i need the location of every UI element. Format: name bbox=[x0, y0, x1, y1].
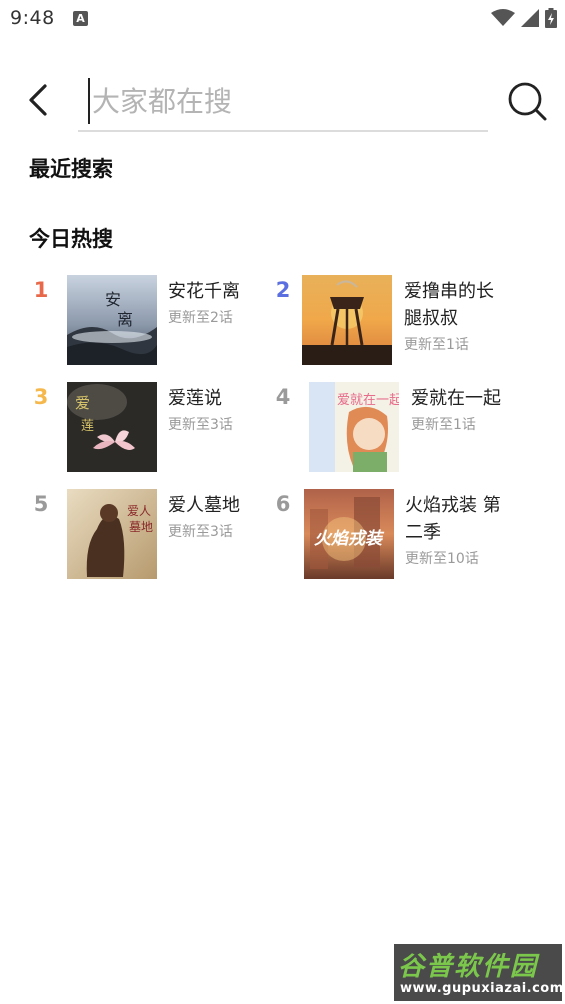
hot-item[interactable]: 3 爱 莲 爱莲说 更新至3话 bbox=[29, 382, 279, 474]
hot-item[interactable]: 4 爱就在一起 爱就在一起 更新至1话 bbox=[271, 382, 521, 474]
svg-text:火焰戎装: 火焰戎装 bbox=[314, 529, 385, 549]
rank-number: 6 bbox=[275, 492, 291, 516]
svg-text:爱就在一起: 爱就在一起 bbox=[337, 393, 399, 408]
search-input[interactable] bbox=[88, 78, 483, 124]
rank-number: 1 bbox=[33, 278, 49, 302]
update-status: 更新至3话 bbox=[168, 417, 233, 433]
svg-text:离: 离 bbox=[117, 310, 133, 329]
search-header bbox=[0, 70, 565, 136]
hot-item[interactable]: 1 安 离 安花千离 更新至2话 bbox=[29, 275, 279, 367]
svg-text:爱人: 爱人 bbox=[127, 504, 151, 518]
item-title: 爱撸串的长 bbox=[404, 281, 494, 302]
cover-image: 安 离 bbox=[67, 275, 157, 365]
item-title-line2: 二季 bbox=[405, 522, 441, 543]
update-status: 更新至1话 bbox=[404, 337, 469, 353]
search-field bbox=[78, 74, 488, 132]
rank-number: 3 bbox=[33, 385, 49, 409]
rank-number: 4 bbox=[275, 385, 291, 409]
item-title: 火焰戎装 第 bbox=[405, 495, 501, 516]
status-time: 9:48 bbox=[10, 7, 55, 29]
cover-image: 爱人 墓地 bbox=[67, 489, 157, 579]
hot-item[interactable]: 2 爱撸串的长 腿叔叔 更新至1话 bbox=[271, 275, 521, 367]
hot-item[interactable]: 6 火焰戎装 火焰戎装 第 二季 更新至10话 bbox=[271, 489, 521, 581]
cover-image: 火焰戎装 bbox=[304, 489, 394, 579]
rank-number: 2 bbox=[275, 278, 291, 302]
status-bar: 9:48 A bbox=[0, 0, 565, 38]
recent-searches-title: 最近搜索 bbox=[29, 157, 113, 181]
update-status: 更新至3话 bbox=[168, 524, 233, 540]
hot-item[interactable]: 5 爱人 墓地 爱人墓地 更新至3话 bbox=[29, 489, 279, 581]
battery-icon bbox=[545, 8, 557, 28]
notification-icon: A bbox=[73, 11, 88, 26]
cover-image: 爱就在一起 bbox=[309, 382, 399, 472]
item-title: 爱人墓地 bbox=[168, 495, 240, 516]
item-title: 安花千离 bbox=[168, 281, 240, 302]
cover-image: 爱 莲 bbox=[67, 382, 157, 472]
signal-icon bbox=[521, 9, 539, 27]
update-status: 更新至2话 bbox=[168, 310, 233, 326]
svg-text:墓地: 墓地 bbox=[129, 520, 153, 534]
item-title: 爱就在一起 bbox=[411, 388, 501, 409]
search-icon[interactable] bbox=[506, 80, 548, 122]
watermark-brand: 谷普软件园 bbox=[398, 952, 539, 982]
watermark-url: www.gupuxiazai.com bbox=[400, 981, 564, 996]
watermark-logo: 谷普软件园 www.gupuxiazai.com bbox=[394, 944, 564, 1001]
hot-searches-title: 今日热搜 bbox=[29, 227, 113, 251]
svg-text:爱: 爱 bbox=[75, 394, 90, 412]
back-icon[interactable] bbox=[24, 82, 56, 118]
wifi-icon bbox=[491, 9, 515, 26]
status-icons bbox=[491, 8, 557, 28]
rank-number: 5 bbox=[33, 492, 49, 516]
update-status: 更新至10话 bbox=[405, 551, 479, 567]
svg-text:安: 安 bbox=[105, 290, 121, 309]
svg-text:莲: 莲 bbox=[81, 419, 94, 434]
cover-image bbox=[302, 275, 392, 365]
item-title: 爱莲说 bbox=[168, 388, 222, 409]
update-status: 更新至1话 bbox=[411, 417, 476, 433]
item-title-line2: 腿叔叔 bbox=[404, 308, 458, 329]
